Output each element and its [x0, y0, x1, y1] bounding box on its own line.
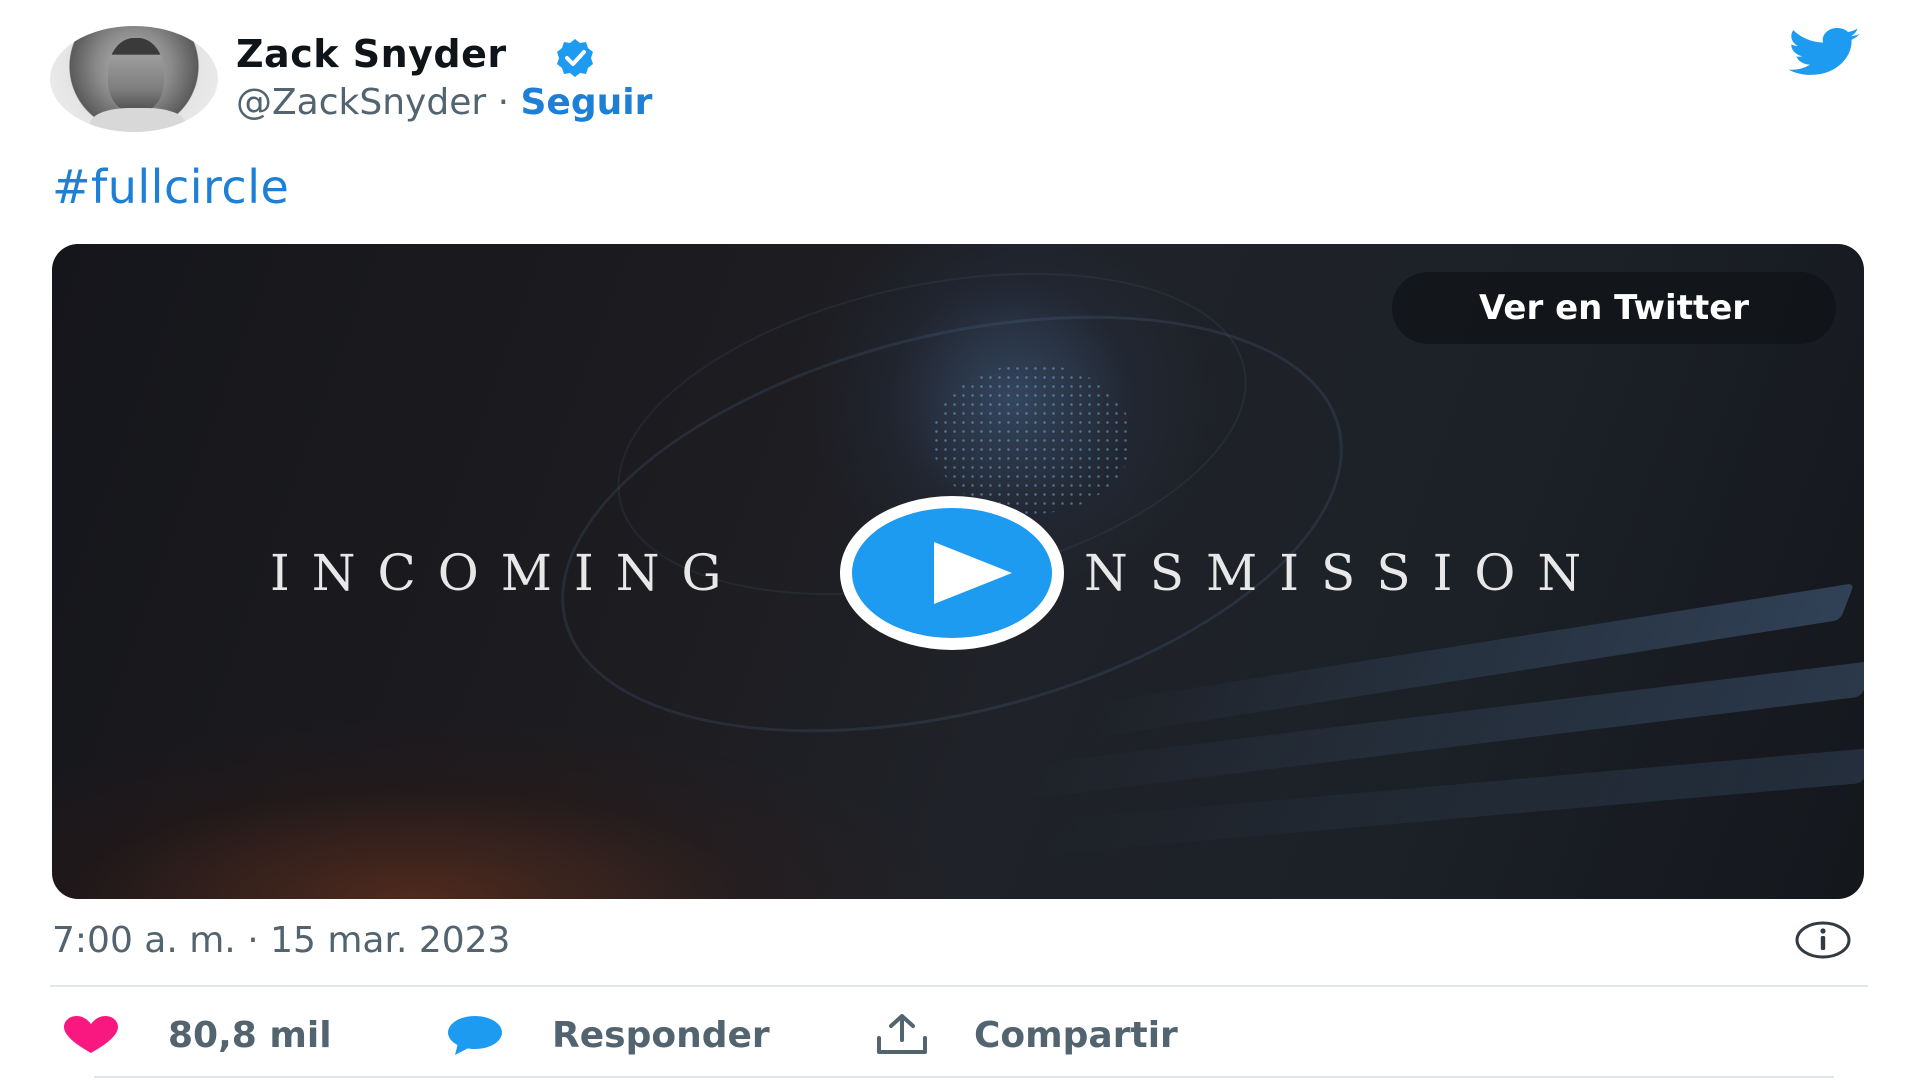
reply-label: Responder — [552, 1014, 770, 1056]
view-on-twitter-button[interactable]: Ver en Twitter — [1392, 272, 1836, 344]
follow-button[interactable]: Seguir — [521, 82, 653, 123]
avatar-face — [108, 38, 164, 112]
play-icon — [934, 542, 1012, 604]
share-icon — [877, 1014, 927, 1054]
avatar[interactable] — [50, 26, 218, 132]
reply-bubble-icon — [448, 1016, 502, 1055]
handle-separator: · — [497, 82, 510, 123]
heart-icon — [64, 1016, 118, 1053]
author-handle[interactable]: @ZackSnyder — [236, 82, 486, 123]
verified-badge-icon — [557, 39, 593, 77]
video-title-left: INCOMING — [270, 544, 744, 602]
bottom-divider — [94, 1076, 1834, 1078]
twitter-bird-icon[interactable] — [1780, 28, 1862, 76]
play-button[interactable] — [840, 496, 1064, 650]
share-button[interactable]: Compartir — [874, 1010, 1178, 1060]
share-label: Compartir — [974, 1014, 1178, 1056]
like-button[interactable]: 80,8 mil — [60, 1010, 332, 1060]
author-name[interactable]: Zack Snyder — [236, 32, 507, 76]
reply-button[interactable]: Responder — [444, 1010, 770, 1060]
video-title-right: NSMISSION — [1084, 544, 1604, 602]
tweet-timestamp[interactable]: 7:00 a. m. · 15 mar. 2023 — [52, 920, 510, 961]
tweet-hashtag-link[interactable]: #fullcircle — [52, 160, 289, 214]
info-icon[interactable] — [1794, 920, 1852, 960]
avatar-shirt — [90, 108, 186, 132]
video-player[interactable]: INCOMING NSMISSION Ver en Twitter — [52, 244, 1864, 899]
like-count: 80,8 mil — [168, 1014, 332, 1056]
video-decor-globe — [932, 364, 1132, 514]
embedded-tweet: Zack Snyder @ZackSnyder · Seguir #fullci… — [0, 0, 1920, 1080]
author-handle-row: @ZackSnyder · Seguir — [236, 82, 652, 123]
divider — [50, 985, 1868, 987]
